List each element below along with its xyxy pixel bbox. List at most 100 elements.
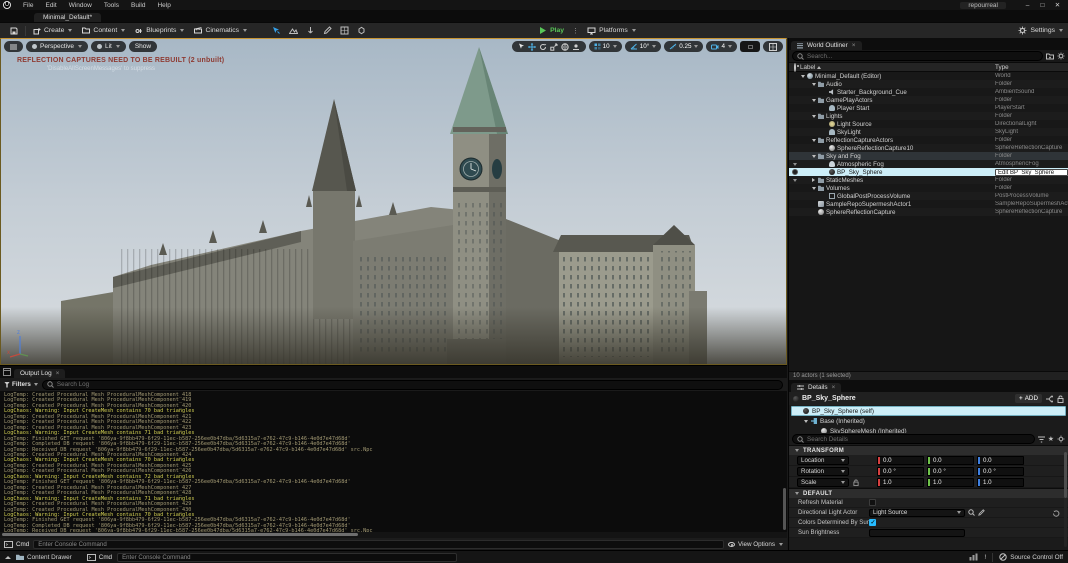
scale-lock-icon[interactable] [853,479,859,486]
type-column-header[interactable]: Type [995,64,1068,71]
component-row[interactable]: BP_Sky_Sphere (self) [791,406,1066,416]
outliner-row[interactable]: SphereReflectionCapture SphereReflection… [789,208,1068,216]
status-console-input[interactable]: Enter Console Command [117,553,457,562]
select-mode-icon[interactable] [272,26,281,35]
play-button[interactable]: Play [534,24,569,37]
filters-dropdown[interactable]: Filters [4,381,38,388]
reset-to-default-icon[interactable] [1052,510,1060,517]
outliner-row[interactable]: SphereReflectionCapture10 SphereReflecti… [789,144,1068,152]
location-x-field[interactable]: 0.0 [877,456,924,465]
derived-data-chart-icon[interactable] [969,553,978,561]
menu-window[interactable]: Window [63,2,98,9]
row-visibility-eye-icon[interactable] [789,163,800,166]
lock-icon[interactable] [1057,395,1064,403]
outliner-row[interactable]: Player Start PlayerStart [789,104,1068,112]
create-folder-icon[interactable] [1046,53,1054,60]
content-drawer-button[interactable]: Content Drawer [16,554,72,561]
landscape-mode-icon[interactable] [289,26,298,35]
rotation-z-field[interactable]: 0.0 ° [977,467,1024,476]
outliner-search-input[interactable]: Search... [792,51,1043,61]
scale-snap-toggle[interactable]: 0.25 [664,41,703,52]
tab-world-outliner[interactable]: World Outliner × [791,41,862,50]
outliner-row[interactable]: Light Source DirectionalLight [789,120,1068,128]
menu-help[interactable]: Help [151,2,176,9]
save-button[interactable] [5,24,23,37]
outliner-row[interactable]: Lights Folder [789,112,1068,120]
play-options-kebab-icon[interactable]: ⋮ [572,27,579,35]
view-options-dropdown[interactable]: View Options [728,541,783,548]
world-coordinate-icon[interactable] [561,43,569,51]
edit-pen-icon[interactable] [978,509,985,516]
rotation-dropdown[interactable]: Rotation [797,467,849,476]
expand-chevron-icon[interactable] [811,187,816,190]
row-visibility-eye-icon[interactable] [789,169,800,175]
cmd-mode-dropdown[interactable]: Cmd [4,541,29,548]
add-component-button[interactable]: +ADD [1015,394,1042,403]
refresh-material-checkbox[interactable] [869,499,876,506]
scale-z-field[interactable]: 1.0 [977,478,1024,487]
view-mode-dropdown[interactable]: Lit [91,41,126,52]
transform-section-header[interactable]: TRANSFORM [789,445,1068,455]
expand-chevron-icon[interactable] [811,83,816,86]
outliner-settings-gear-icon[interactable] [1057,52,1065,60]
expand-drawer-chevron-icon[interactable] [5,556,11,559]
level-tab[interactable]: Minimal_Default* [34,13,101,22]
outliner-row[interactable]: StaticMeshes Folder [789,176,1068,184]
outliner-row[interactable]: Starter_Background_Cue AmbientSound [789,88,1068,96]
outliner-row[interactable]: SkyLight SkyLight [789,128,1068,136]
directional-light-actor-select[interactable]: Light Source [869,509,965,517]
row-visibility-eye-icon[interactable] [789,179,800,182]
tab-details[interactable]: Details × [791,383,841,392]
log-horizontal-scrollbar[interactable] [0,532,787,538]
outliner-row[interactable]: GamePlayActors Folder [789,96,1068,104]
browse-search-icon[interactable] [968,509,975,516]
expand-chevron-icon[interactable] [811,115,816,118]
outliner-row[interactable]: SampleRepoSupermeshActor1 SampleRepoSupe… [789,200,1068,208]
viewport-options-menu[interactable] [4,41,23,52]
log-search-input[interactable]: Search Log [42,380,783,390]
panel-dock-icon[interactable] [3,368,11,376]
details-settings-gear-icon[interactable] [1057,435,1065,443]
expand-chevron-icon[interactable] [811,178,816,182]
unreal-logo-icon[interactable]: U [3,1,11,9]
menu-edit[interactable]: Edit [39,2,62,9]
expand-chevron-icon[interactable] [811,155,816,158]
component-row[interactable]: Base (Inherited) [791,416,1066,426]
expand-chevron-icon[interactable] [811,99,816,102]
quad-view-button[interactable] [763,41,783,52]
minimize-button[interactable]: – [1020,2,1035,9]
source-control-button[interactable]: Source Control Off [999,553,1063,561]
perspective-dropdown[interactable]: Perspective [26,41,88,52]
mesh-paint-mode-icon[interactable] [323,26,332,35]
settings-button[interactable]: Settings [1018,26,1063,35]
close-tab-icon[interactable]: × [56,370,60,377]
outliner-row[interactable]: Atmospheric Fog AtmosphericFog [789,160,1068,168]
content-button[interactable]: Content [77,24,130,37]
rotation-x-field[interactable]: 0.0 ° [877,467,924,476]
status-cmd-dropdown[interactable]: Cmd [87,554,112,561]
viewport-maximize-button[interactable] [740,41,760,52]
location-z-field[interactable]: 0.0 [977,456,1024,465]
blueprints-button[interactable]: Blueprints [130,24,189,37]
outliner-row[interactable]: GlobalPostProcessVolume PostProcessVolum… [789,192,1068,200]
create-button[interactable]: Create [28,24,77,37]
visibility-column-eye-icon[interactable] [789,64,800,71]
maximize-button[interactable]: □ [1035,2,1050,9]
viewport-3d[interactable]: Perspective Lit Show [0,38,787,365]
outliner-row[interactable]: Sky and Fog Folder [789,152,1068,160]
show-dropdown[interactable]: Show [129,41,157,52]
camera-speed-control[interactable]: 4 [706,41,737,52]
close-button[interactable]: ✕ [1050,1,1065,9]
filter-lines-icon[interactable] [1038,436,1045,443]
outliner-row[interactable]: BP_Sky_Sphere Edit BP_Sky_Sphere [789,168,1068,176]
scale-y-field[interactable]: 1.0 [927,478,974,487]
tab-output-log[interactable]: Output Log × [14,369,65,378]
rotate-tool-icon[interactable] [539,43,547,51]
outliner-row[interactable]: Volumes Folder [789,184,1068,192]
outliner-row[interactable]: ReflectionCaptureActors Folder [789,136,1068,144]
colors-by-sun-checkbox[interactable] [869,519,876,526]
platforms-button[interactable]: Platforms [582,24,641,37]
sun-brightness-field[interactable] [869,529,965,537]
rotation-y-field[interactable]: 0.0 ° [927,467,974,476]
menu-build[interactable]: Build [125,2,151,9]
